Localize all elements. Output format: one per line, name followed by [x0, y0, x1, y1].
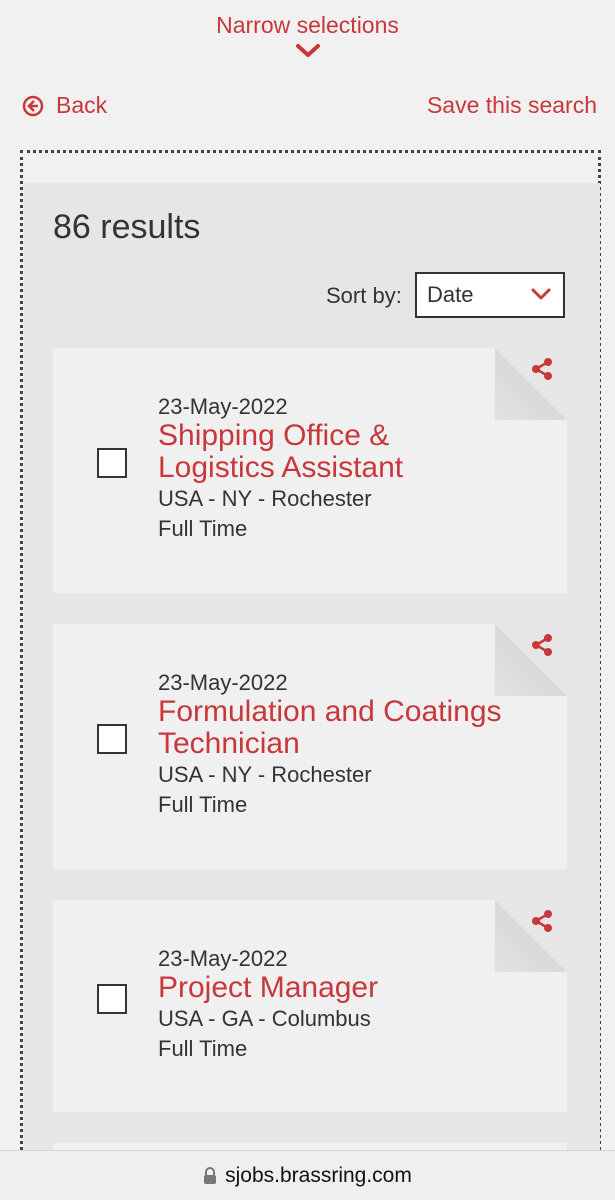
job-select-checkbox[interactable]	[97, 984, 127, 1014]
job-title-link[interactable]: Shipping Office & Logistics Assistant	[158, 420, 538, 484]
url-text: sjobs.brassring.com	[225, 1163, 412, 1187]
job-title-link[interactable]: Project Manager	[158, 972, 538, 1004]
job-title-line: Technician	[158, 727, 300, 760]
job-type: Full Time	[158, 516, 248, 541]
job-select-checkbox[interactable]	[97, 448, 127, 478]
job-card: 23-May-2022 Project Manager USA - GA - C…	[53, 900, 567, 1112]
chevron-down-icon	[295, 44, 320, 57]
narrow-selections-toggle[interactable]: Narrow selections	[0, 12, 615, 59]
share-icon[interactable]	[531, 910, 553, 932]
share-icon[interactable]	[531, 358, 553, 380]
chevron-down-icon	[531, 288, 551, 300]
job-title-link[interactable]: Formulation and Coatings Technician	[158, 696, 538, 760]
back-button[interactable]: Back	[22, 92, 107, 119]
results-count: 86 results	[53, 208, 201, 246]
browser-url-bar[interactable]: sjobs.brassring.com	[0, 1150, 615, 1200]
job-title-line: Logistics Assistant	[158, 451, 404, 484]
job-location: USA - NY - Rochester	[158, 762, 372, 787]
job-title-line: Formulation and Coatings	[158, 695, 502, 728]
job-title-line: Shipping Office &	[158, 419, 390, 452]
job-card: 23-May-2022 Shipping Office & Logistics …	[53, 348, 567, 593]
save-search-link[interactable]: Save this search	[427, 92, 597, 119]
share-icon[interactable]	[531, 634, 553, 656]
job-location: USA - NY - Rochester	[158, 486, 372, 511]
job-title-line: Project Manager	[158, 971, 379, 1004]
job-date: 23-May-2022	[158, 394, 288, 419]
sort-label: Sort by:	[326, 283, 402, 308]
job-select-checkbox[interactable]	[97, 724, 127, 754]
back-arrow-circle-icon	[22, 95, 44, 116]
job-card: 23-May-2022 Formulation and Coatings Tec…	[53, 624, 567, 869]
sort-select[interactable]: Date	[415, 272, 565, 318]
job-type: Full Time	[158, 792, 248, 817]
job-type: Full Time	[158, 1036, 248, 1061]
job-date: 23-May-2022	[158, 946, 288, 971]
lock-icon	[204, 1166, 217, 1184]
job-location: USA - GA - Columbus	[158, 1006, 371, 1031]
back-label: Back	[56, 92, 108, 118]
narrow-selections-label: Narrow selections	[216, 12, 399, 38]
sort-selected-value: Date	[427, 282, 474, 307]
job-date: 23-May-2022	[158, 670, 288, 695]
